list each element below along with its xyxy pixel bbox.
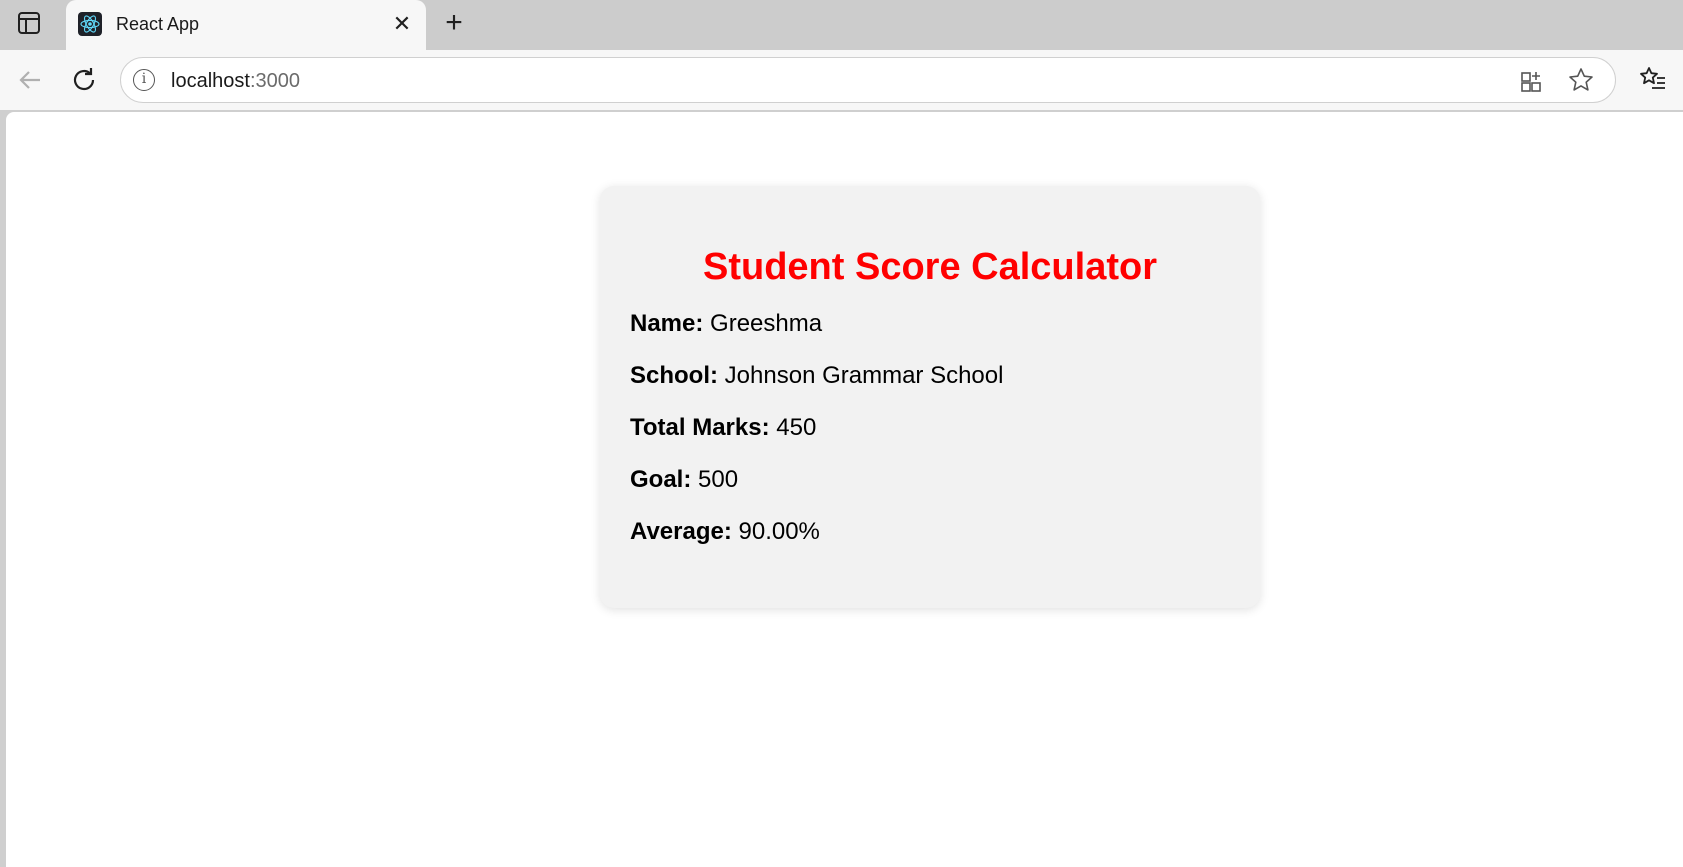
page-viewport: Student Score Calculator Name: Greeshma … <box>6 112 1683 867</box>
site-info-icon[interactable]: i <box>133 69 155 91</box>
field-label: School: <box>630 362 718 389</box>
school-field: School: Johnson Grammar School <box>630 363 1230 389</box>
tab-title: React App <box>116 14 200 34</box>
name-field: Name: Greeshma <box>630 311 1230 337</box>
field-label: Name: <box>630 310 704 337</box>
field-value: Johnson Grammar School <box>724 362 1004 389</box>
sidebar-toggle-icon[interactable] <box>18 12 40 34</box>
react-logo-icon <box>78 12 102 36</box>
field-value: 500 <box>698 466 739 493</box>
average-field: Average: 90.00% <box>630 519 1230 545</box>
close-tab-icon[interactable]: ✕ <box>390 12 414 36</box>
app-install-icon[interactable] <box>1519 68 1545 94</box>
field-value: 90.00% <box>738 518 820 545</box>
goal-field: Goal: 500 <box>630 467 1230 493</box>
back-arrow-icon[interactable] <box>12 62 48 98</box>
field-value: Greeshma <box>710 310 823 337</box>
field-value: 450 <box>776 414 817 441</box>
url-port: :3000 <box>249 70 300 92</box>
reload-icon[interactable] <box>66 62 102 98</box>
favorites-list-icon[interactable] <box>1638 64 1668 94</box>
star-icon[interactable] <box>1567 66 1595 94</box>
field-label: Goal: <box>630 466 692 493</box>
browser-toolbar: i localhost:3000 <box>0 50 1683 110</box>
field-label: Total Marks: <box>630 414 770 441</box>
total-marks-field: Total Marks: 450 <box>630 415 1230 441</box>
address-bar[interactable]: i localhost:3000 <box>120 57 1616 103</box>
tab-react-app[interactable]: React App ✕ <box>66 0 426 50</box>
field-label: Average: <box>630 518 732 545</box>
score-card: Student Score Calculator Name: Greeshma … <box>600 186 1260 608</box>
tab-strip: React App ✕ + <box>0 0 1683 50</box>
url-host: localhost <box>171 70 250 92</box>
new-tab-button[interactable]: + <box>440 8 468 38</box>
page-title: Student Score Calculator <box>703 246 1157 288</box>
url-text[interactable]: localhost:3000 <box>171 70 300 93</box>
